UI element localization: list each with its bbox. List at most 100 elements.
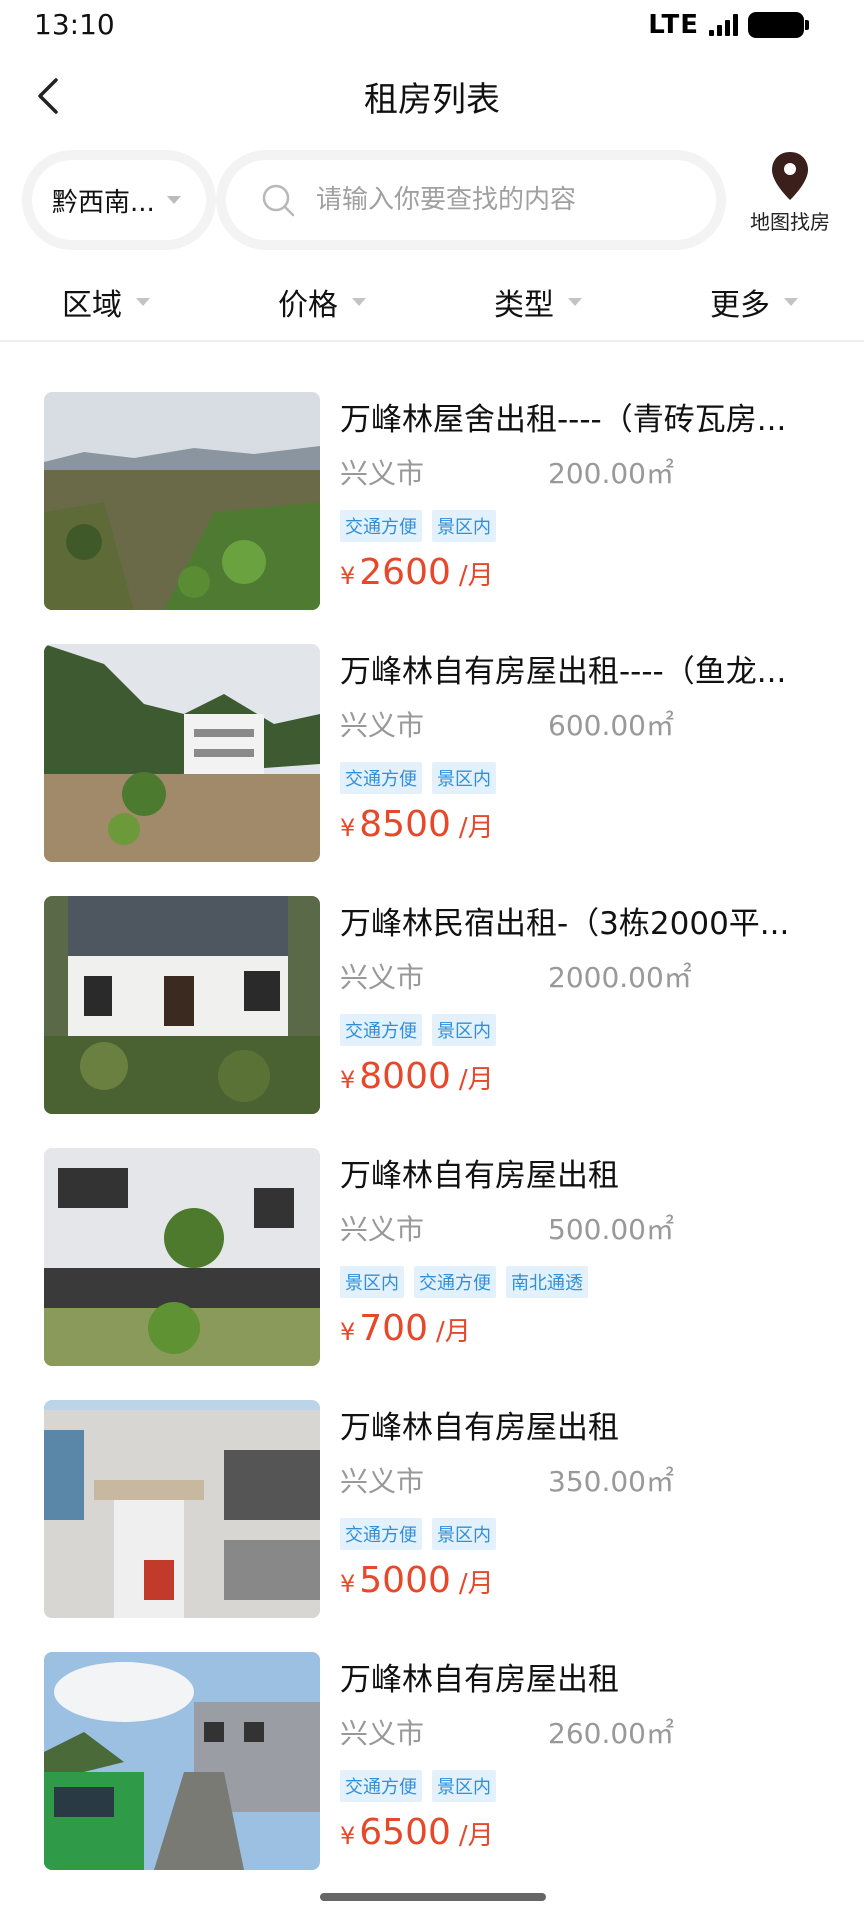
search-icon [262, 184, 295, 217]
tag: 交通方便 [340, 1014, 422, 1046]
listing-title: 万峰林自有房屋出租 [340, 1158, 619, 1194]
listing-price: ¥ 6500 /月 [340, 1812, 494, 1853]
price-value: 700 [359, 1308, 428, 1349]
search-input[interactable] [316, 185, 696, 215]
listing-title: 万峰林民宿出租-（3栋2000平... [340, 906, 790, 942]
battery-icon [748, 12, 809, 38]
tag: 交通方便 [340, 762, 422, 794]
network-type: LTE [648, 10, 699, 40]
listing-area: 2000.00㎡ [548, 961, 692, 994]
listing-price: ¥ 8500 /月 [340, 804, 494, 845]
listing-tags: 交通方便 景区内 [340, 1014, 496, 1046]
price-value: 8500 [359, 804, 451, 845]
tag: 景区内 [432, 1770, 496, 1802]
price-currency: ¥ [340, 1822, 356, 1850]
tag: 景区内 [432, 510, 496, 542]
listing-area: 260.00㎡ [548, 1717, 674, 1750]
header: 租房列表 [0, 60, 864, 132]
status-icons: LTE [648, 10, 809, 40]
listing-city: 兴义市 [340, 1717, 425, 1750]
listing-photo [44, 1652, 320, 1870]
map-search-button[interactable]: 地图找房 [740, 150, 840, 250]
price-unit: /月 [458, 813, 494, 843]
status-bar: 13:10 LTE [0, 0, 864, 50]
map-search-label: 地图找房 [750, 210, 830, 234]
tag: 交通方便 [340, 510, 422, 542]
filter-label: 价格 [278, 288, 338, 323]
home-indicator[interactable] [320, 1893, 546, 1901]
listing-card[interactable]: 万峰林屋舍出租----（青砖瓦房... 兴义市 200.00㎡ 交通方便 景区内… [0, 392, 864, 612]
tag: 南北通透 [506, 1266, 588, 1298]
status-time: 13:10 [34, 8, 115, 41]
listing-photo [44, 896, 320, 1114]
price-value: 5000 [359, 1560, 451, 1601]
listing-price: ¥ 700 /月 [340, 1308, 471, 1349]
search-box[interactable] [216, 150, 726, 250]
tag: 景区内 [432, 1518, 496, 1550]
listing-city: 兴义市 [340, 1213, 425, 1246]
listing-tags: 交通方便 景区内 [340, 510, 496, 542]
filter-region[interactable]: 区域 [62, 272, 150, 332]
listing-photo [44, 644, 320, 862]
tag: 交通方便 [414, 1266, 496, 1298]
price-currency: ¥ [340, 562, 356, 590]
price-currency: ¥ [340, 1318, 356, 1346]
listing-photo [44, 1148, 320, 1366]
filter-more[interactable]: 更多 [710, 272, 798, 332]
tag: 交通方便 [340, 1518, 422, 1550]
price-value: 6500 [359, 1812, 451, 1853]
listing-city: 兴义市 [340, 961, 425, 994]
city-label: 黔西南... [52, 187, 155, 218]
tag: 景区内 [340, 1266, 404, 1298]
listing-tags: 交通方便 景区内 [340, 1770, 496, 1802]
filter-label: 区域 [62, 288, 122, 323]
signal-icon [709, 14, 738, 36]
price-currency: ¥ [340, 1066, 356, 1094]
listing-price: ¥ 8000 /月 [340, 1056, 494, 1097]
listing-tags: 交通方便 景区内 [340, 762, 496, 794]
caret-down-icon [784, 298, 798, 306]
price-unit: /月 [458, 1569, 494, 1599]
listing-card[interactable]: 万峰林自有房屋出租----（鱼龙... 兴义市 600.00㎡ 交通方便 景区内… [0, 644, 864, 864]
price-unit: /月 [458, 561, 494, 591]
price-value: 8000 [359, 1056, 451, 1097]
price-unit: /月 [458, 1821, 494, 1851]
listing-title: 万峰林屋舍出租----（青砖瓦房... [340, 402, 787, 438]
listing-title: 万峰林自有房屋出租----（鱼龙... [340, 654, 787, 690]
listing-card[interactable]: 万峰林自有房屋出租 兴义市 500.00㎡ 景区内 交通方便 南北通透 ¥ 70… [0, 1148, 864, 1368]
caret-down-icon [352, 298, 366, 306]
listing-card[interactable]: 万峰林自有房屋出租 兴义市 260.00㎡ 交通方便 景区内 ¥ 6500 /月 [0, 1652, 864, 1872]
search-row: 黔西南... 地图找房 [0, 140, 864, 260]
listing-area: 500.00㎡ [548, 1213, 674, 1246]
price-currency: ¥ [340, 1570, 356, 1598]
listing-title: 万峰林自有房屋出租 [340, 1410, 619, 1446]
listing-tags: 交通方便 景区内 [340, 1518, 496, 1550]
tag: 景区内 [432, 1014, 496, 1046]
listing-card[interactable]: 万峰林民宿出租-（3栋2000平... 兴义市 2000.00㎡ 交通方便 景区… [0, 896, 864, 1116]
listing-area: 600.00㎡ [548, 709, 674, 742]
price-value: 2600 [359, 552, 451, 593]
page-title: 租房列表 [364, 80, 500, 120]
listing-price: ¥ 2600 /月 [340, 552, 494, 593]
listing-photo [44, 1400, 320, 1618]
filter-label: 更多 [710, 288, 770, 323]
listing-card[interactable]: 万峰林自有房屋出租 兴义市 350.00㎡ 交通方便 景区内 ¥ 5000 /月 [0, 1400, 864, 1620]
city-selector[interactable]: 黔西南... [22, 150, 216, 250]
price-unit: /月 [436, 1317, 471, 1347]
filter-price[interactable]: 价格 [278, 272, 366, 332]
filter-bar: 区域 价格 类型 更多 [0, 262, 864, 342]
listing-city: 兴义市 [340, 1465, 425, 1498]
listing-photo [44, 392, 320, 610]
map-pin-icon [772, 152, 808, 200]
tag: 交通方便 [340, 1770, 422, 1802]
filter-type[interactable]: 类型 [494, 272, 582, 332]
price-currency: ¥ [340, 814, 356, 842]
price-unit: /月 [458, 1065, 494, 1095]
caret-down-icon [166, 196, 181, 204]
caret-down-icon [136, 298, 150, 306]
filter-label: 类型 [494, 288, 554, 323]
listing-city: 兴义市 [340, 457, 425, 490]
listing-area: 350.00㎡ [548, 1465, 674, 1498]
caret-down-icon [568, 298, 582, 306]
listing-price: ¥ 5000 /月 [340, 1560, 494, 1601]
